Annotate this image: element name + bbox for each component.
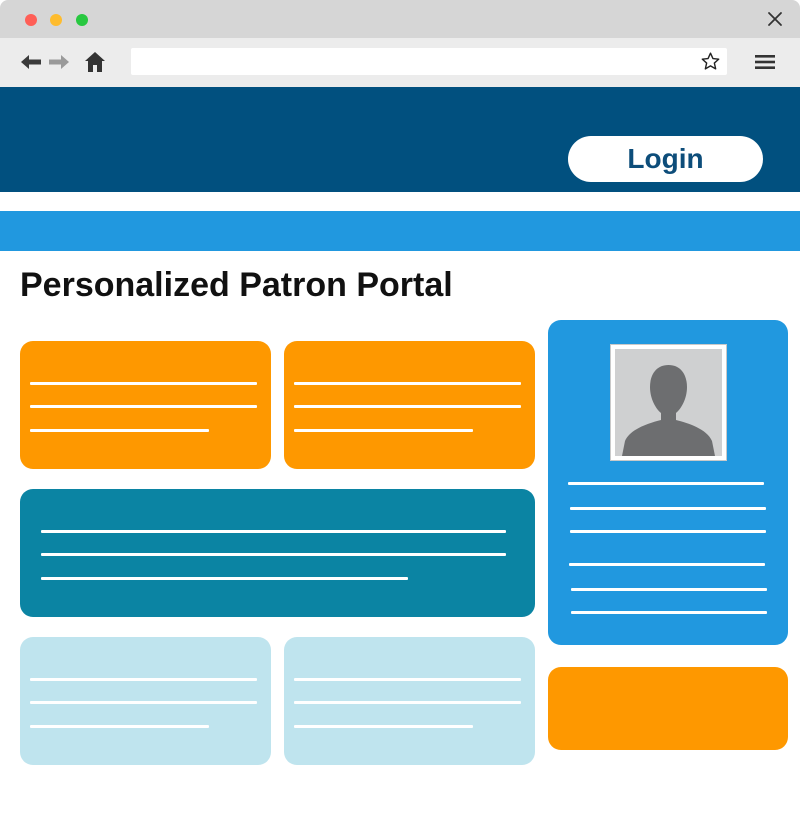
- text-placeholder-line: [570, 530, 766, 533]
- close-icon[interactable]: [764, 8, 786, 30]
- profile-photo[interactable]: [610, 344, 727, 461]
- hamburger-menu-icon[interactable]: [754, 52, 776, 76]
- profile-card[interactable]: [548, 320, 788, 645]
- content-card-wide[interactable]: [20, 489, 535, 617]
- text-placeholder-line: [30, 382, 257, 385]
- text-placeholder-line: [294, 405, 521, 408]
- address-bar[interactable]: [131, 48, 727, 75]
- text-placeholder-line: [30, 725, 209, 728]
- text-placeholder-line: [570, 507, 766, 510]
- text-placeholder-line: [30, 701, 257, 704]
- bookmark-star-icon[interactable]: [700, 51, 721, 72]
- browser-toolbar: [0, 38, 800, 87]
- text-placeholder-line: [569, 563, 765, 566]
- content-card-orange-1[interactable]: [20, 341, 271, 469]
- text-placeholder-line: [30, 405, 257, 408]
- content-card-orange-2[interactable]: [284, 341, 535, 469]
- text-placeholder-line: [571, 588, 767, 591]
- text-placeholder-line: [294, 725, 473, 728]
- text-placeholder-line: [294, 429, 473, 432]
- page-title: Personalized Patron Portal: [20, 266, 453, 304]
- text-placeholder-line: [294, 678, 521, 681]
- window-close-dot[interactable]: [25, 14, 37, 26]
- text-placeholder-line: [41, 530, 506, 533]
- content-card-pale-2[interactable]: [284, 637, 535, 765]
- text-placeholder-line: [571, 611, 767, 614]
- window-maximize-dot[interactable]: [76, 14, 88, 26]
- forward-arrow-icon[interactable]: [47, 52, 71, 76]
- content-card-pale-1[interactable]: [20, 637, 271, 765]
- person-silhouette-icon: [622, 365, 715, 456]
- text-placeholder-line: [30, 678, 257, 681]
- text-placeholder-line: [294, 701, 521, 704]
- text-placeholder-line: [568, 482, 764, 485]
- text-placeholder-line: [294, 382, 521, 385]
- text-placeholder-line: [41, 577, 408, 580]
- back-arrow-icon[interactable]: [19, 52, 43, 76]
- text-placeholder-line: [41, 553, 506, 556]
- site-header: Login: [0, 87, 800, 192]
- text-placeholder-line: [30, 429, 209, 432]
- home-icon[interactable]: [83, 50, 107, 78]
- login-button[interactable]: Login: [568, 136, 763, 182]
- sidebar-action-block[interactable]: [548, 667, 788, 750]
- browser-titlebar: [0, 0, 800, 38]
- nav-bar: [0, 211, 800, 251]
- window-minimize-dot[interactable]: [50, 14, 62, 26]
